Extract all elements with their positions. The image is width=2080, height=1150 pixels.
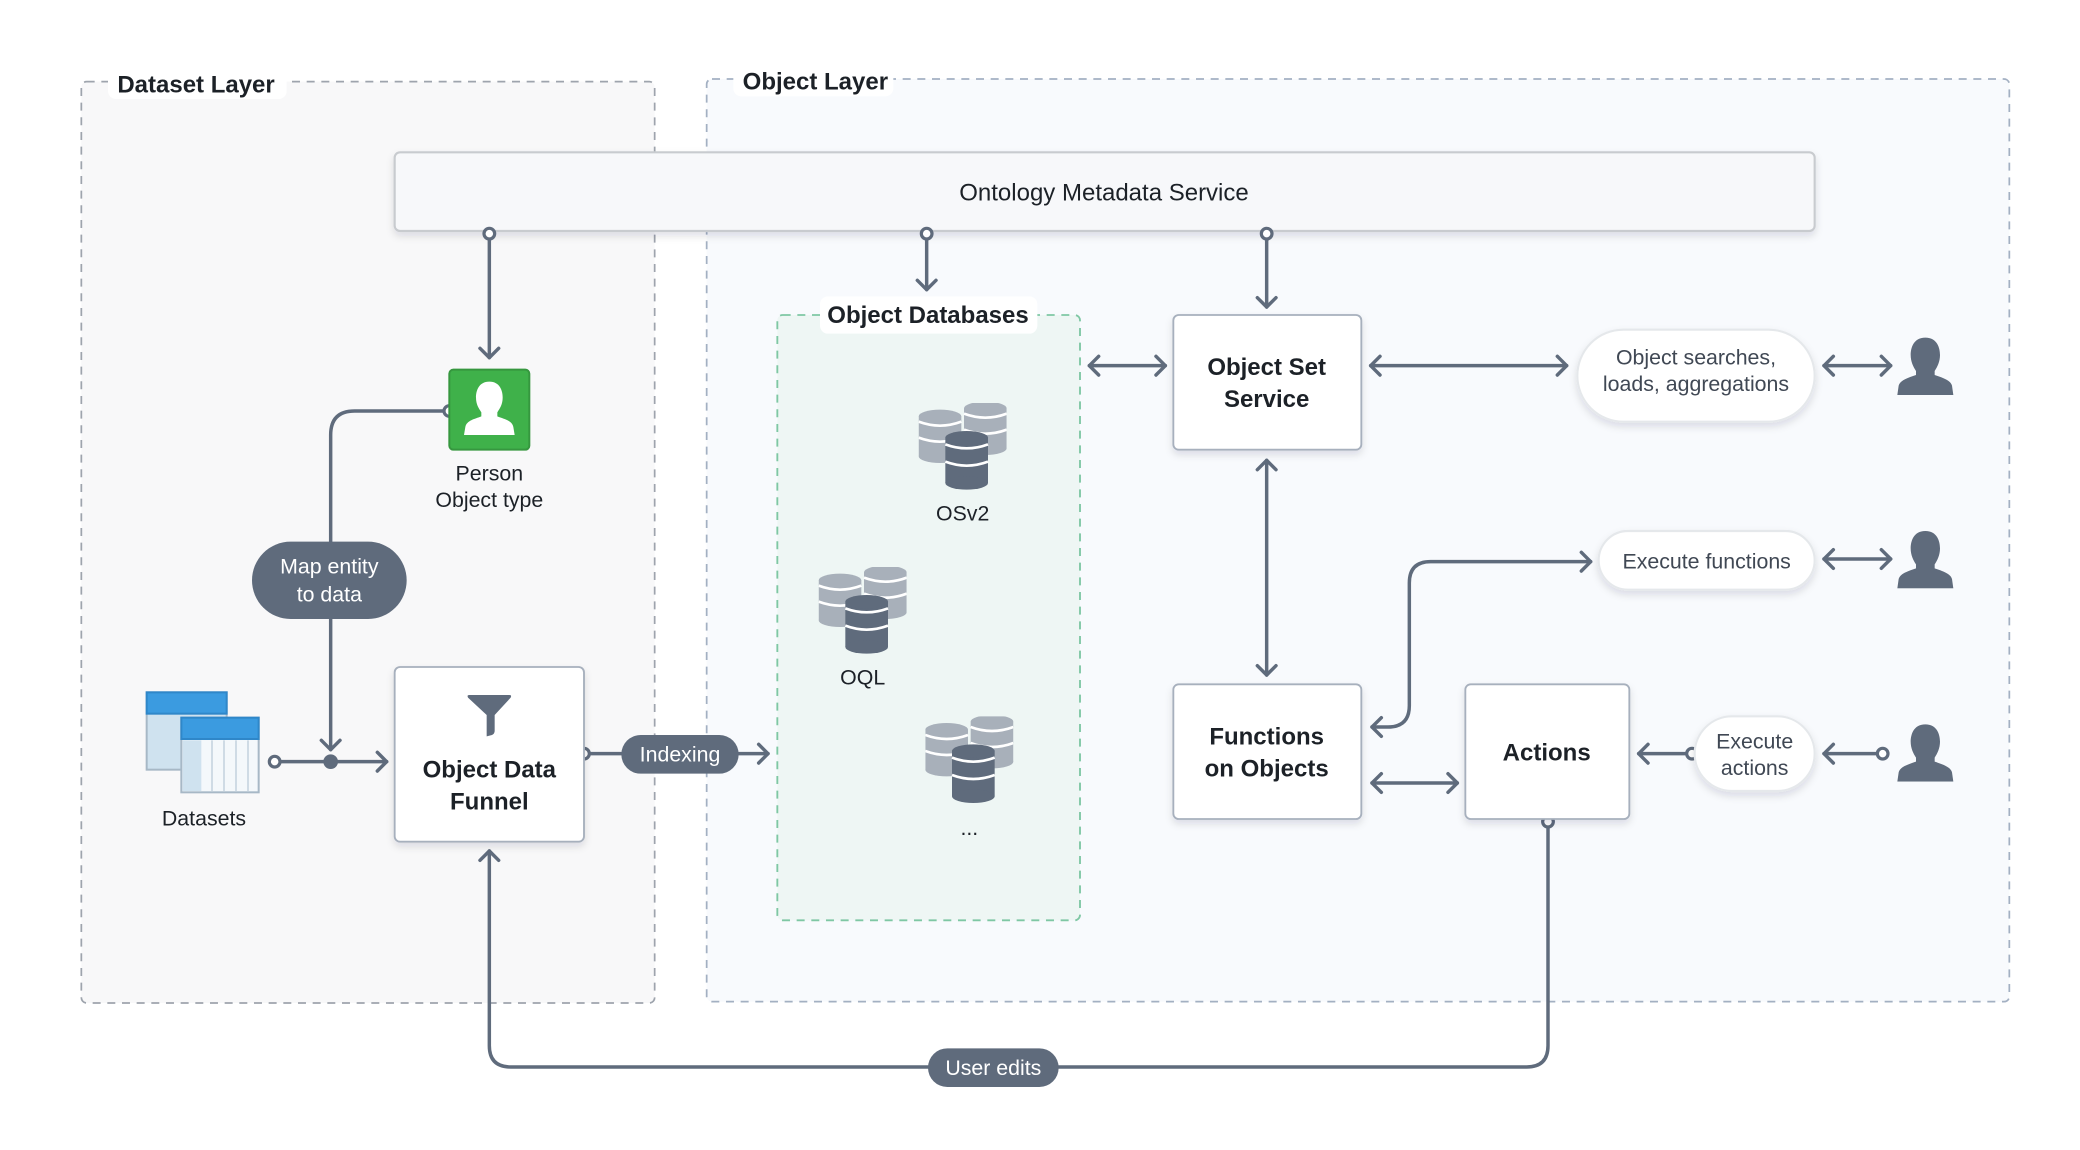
object-searches-line1: Object searches, — [1616, 345, 1776, 369]
object-data-funnel-line2: Funnel — [450, 789, 529, 816]
functions-on-objects-line1: Functions — [1209, 723, 1324, 750]
object-set-service[interactable]: Object Set Service — [1172, 314, 1363, 451]
functions-on-objects[interactable]: Functions on Objects — [1172, 683, 1363, 820]
execute-functions-label: Execute functions — [1622, 549, 1790, 573]
execute-actions-capability[interactable]: Execute actions — [1693, 715, 1816, 793]
execute-actions-line1: Execute — [1716, 729, 1793, 753]
actions-label: Actions — [1503, 739, 1591, 766]
indexing-label: Indexing — [621, 735, 739, 774]
execute-actions-line2: actions — [1721, 756, 1789, 780]
user-edits-text: User edits — [945, 1056, 1041, 1080]
port — [482, 226, 497, 241]
port — [1875, 746, 1890, 761]
database-oql-label: OQL — [840, 665, 885, 689]
object-set-service-line2: Service — [1224, 386, 1309, 413]
database-osv2-label: OSv2 — [936, 501, 989, 525]
map-entity-line2: to data — [297, 583, 362, 607]
object-data-funnel-line1: Object Data — [423, 757, 557, 784]
map-entity-to-data-label: Map entity to data — [252, 541, 407, 619]
indexing-text: Indexing — [640, 743, 721, 767]
user-edits-label: User edits — [928, 1048, 1059, 1087]
object-databases: Object Databases OSv2 OQL ... — [776, 296, 1081, 922]
port — [1259, 226, 1274, 241]
ontology-architecture-diagram: Dataset Layer Object Layer Ontology Meta… — [80, 61, 2011, 1087]
object-searches-line2: loads, aggregations — [1603, 372, 1789, 396]
database-more-label: ... — [960, 816, 978, 840]
actions[interactable]: Actions — [1464, 683, 1631, 820]
dataset-layer-title: Dataset Layer — [117, 71, 274, 98]
person-object-type[interactable]: Person Object type — [435, 368, 543, 512]
ontology-metadata-service[interactable]: Ontology Metadata Service — [393, 151, 1816, 233]
object-searches-capability[interactable]: Object searches, loads, aggregations — [1576, 328, 1816, 423]
datasets-label: Datasets — [162, 807, 246, 831]
map-entity-line1: Map entity — [280, 555, 379, 579]
object-layer-title: Object Layer — [743, 69, 888, 96]
object-databases-title: Object Databases — [827, 302, 1028, 329]
object-data-funnel[interactable]: Object Data Funnel — [393, 666, 585, 843]
ontology-metadata-service-label: Ontology Metadata Service — [959, 179, 1249, 206]
port — [919, 226, 934, 241]
functions-on-objects-line2: on Objects — [1205, 755, 1329, 782]
person-object-type-label-line2: Object type — [435, 488, 543, 512]
junction-dot — [323, 754, 338, 769]
person-object-type-label-line1: Person — [456, 461, 524, 485]
execute-functions-capability[interactable]: Execute functions — [1597, 529, 1816, 591]
object-set-service-line1: Object Set — [1207, 354, 1326, 381]
port — [267, 754, 282, 769]
